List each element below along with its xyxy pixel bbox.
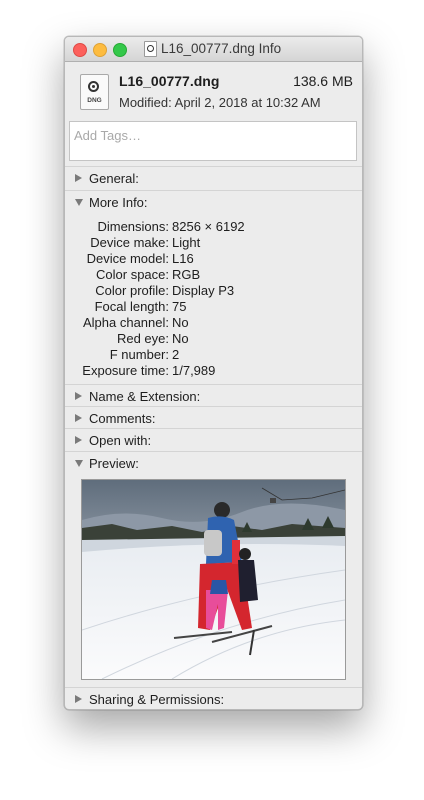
window-title: L16_00777.dng Info bbox=[161, 41, 282, 56]
section-sharing-permissions: Sharing & Permissions: bbox=[65, 687, 362, 709]
info-value: Display P3 bbox=[172, 283, 235, 298]
info-value: 8256 × 6192 bbox=[172, 219, 245, 234]
tags-field[interactable] bbox=[69, 121, 357, 161]
file-icon-extension: DNG bbox=[87, 97, 102, 104]
info-row-alpha-channel: Alpha channel: No bbox=[65, 315, 362, 331]
info-key: Red eye: bbox=[116, 331, 169, 346]
dng-file-icon: DNG bbox=[80, 74, 109, 110]
info-row-color-space: Color space: RGB bbox=[65, 267, 362, 283]
section-preview-label: Preview: bbox=[89, 456, 139, 471]
section-comments-header[interactable]: Comments: bbox=[65, 407, 362, 429]
document-proxy-icon[interactable] bbox=[144, 41, 157, 57]
info-value: L16 bbox=[172, 251, 194, 266]
section-more-info-label: More Info: bbox=[89, 195, 148, 210]
info-key: Exposure time: bbox=[82, 363, 169, 378]
info-key: Alpha channel: bbox=[82, 315, 169, 330]
info-key: Focal length: bbox=[94, 299, 169, 314]
disclosure-collapsed-icon[interactable] bbox=[75, 414, 82, 422]
info-value: RGB bbox=[172, 267, 201, 282]
info-window: L16_00777.dng Info DNG L16_00777.dng 138… bbox=[64, 36, 363, 710]
info-value: 75 bbox=[172, 299, 187, 314]
section-open-with-label: Open with: bbox=[89, 433, 152, 448]
info-value: 2 bbox=[172, 347, 180, 362]
info-row-f-number: F number: 2 bbox=[65, 347, 362, 363]
disclosure-expanded-icon[interactable] bbox=[75, 460, 83, 467]
modified-date: Modified: April 2, 2018 at 10:32 AM bbox=[119, 95, 321, 110]
preview-image bbox=[81, 479, 346, 680]
info-key: Device make: bbox=[90, 235, 169, 250]
info-row-dimensions: Dimensions: 8256 × 6192 bbox=[65, 219, 362, 235]
section-general-header[interactable]: General: bbox=[65, 167, 362, 189]
info-value: 1/7,989 bbox=[172, 363, 216, 378]
disclosure-collapsed-icon[interactable] bbox=[75, 695, 82, 703]
info-value: Light bbox=[172, 235, 201, 250]
camera-shutter-icon bbox=[88, 81, 99, 92]
section-preview-header[interactable]: Preview: bbox=[65, 452, 362, 474]
minimize-button[interactable] bbox=[93, 43, 107, 57]
info-row-exposure-time: Exposure time: 1/7,989 bbox=[65, 363, 362, 379]
section-comments-label: Comments: bbox=[89, 411, 156, 426]
section-open-with: Open with: bbox=[65, 428, 362, 452]
section-open-with-header[interactable]: Open with: bbox=[65, 429, 362, 451]
disclosure-collapsed-icon[interactable] bbox=[75, 174, 82, 182]
info-row-color-profile: Color profile: Display P3 bbox=[65, 283, 362, 299]
section-sharing-permissions-label: Sharing & Permissions: bbox=[89, 692, 225, 707]
section-name-extension-header[interactable]: Name & Extension: bbox=[65, 385, 362, 407]
info-value: No bbox=[172, 331, 189, 346]
section-name-extension-label: Name & Extension: bbox=[89, 389, 201, 404]
info-value: No bbox=[172, 315, 189, 330]
info-row-device-model: Device model: L16 bbox=[65, 251, 362, 267]
section-more-info: More Info: Dimensions: 8256 × 6192 Devic… bbox=[65, 190, 362, 384]
info-row-focal-length: Focal length: 75 bbox=[65, 299, 362, 315]
section-more-info-header[interactable]: More Info: bbox=[65, 191, 362, 213]
zoom-button[interactable] bbox=[113, 43, 127, 57]
section-comments: Comments: bbox=[65, 406, 362, 429]
disclosure-collapsed-icon[interactable] bbox=[75, 436, 82, 444]
file-name: L16_00777.dng bbox=[119, 73, 220, 89]
file-header: DNG L16_00777.dng 138.6 MB Modified: Apr… bbox=[65, 62, 362, 120]
title-bar[interactable]: L16_00777.dng Info bbox=[65, 37, 362, 62]
section-sharing-permissions-header[interactable]: Sharing & Permissions: bbox=[65, 688, 362, 709]
info-key: Device model: bbox=[86, 251, 169, 266]
section-name-extension: Name & Extension: bbox=[65, 384, 362, 407]
section-general-label: General: bbox=[89, 171, 139, 186]
close-button[interactable] bbox=[73, 43, 87, 57]
info-row-red-eye: Red eye: No bbox=[65, 331, 362, 347]
tags-input[interactable] bbox=[72, 124, 354, 146]
file-size: 138.6 MB bbox=[293, 73, 353, 89]
disclosure-collapsed-icon[interactable] bbox=[75, 392, 82, 400]
disclosure-expanded-icon[interactable] bbox=[75, 199, 83, 206]
info-row-device-make: Device make: Light bbox=[65, 235, 362, 251]
section-general: General: bbox=[65, 166, 362, 191]
info-key: F number: bbox=[109, 347, 169, 362]
info-key: Color space: bbox=[96, 267, 169, 282]
info-key: Color profile: bbox=[95, 283, 169, 298]
info-key: Dimensions: bbox=[97, 219, 169, 234]
